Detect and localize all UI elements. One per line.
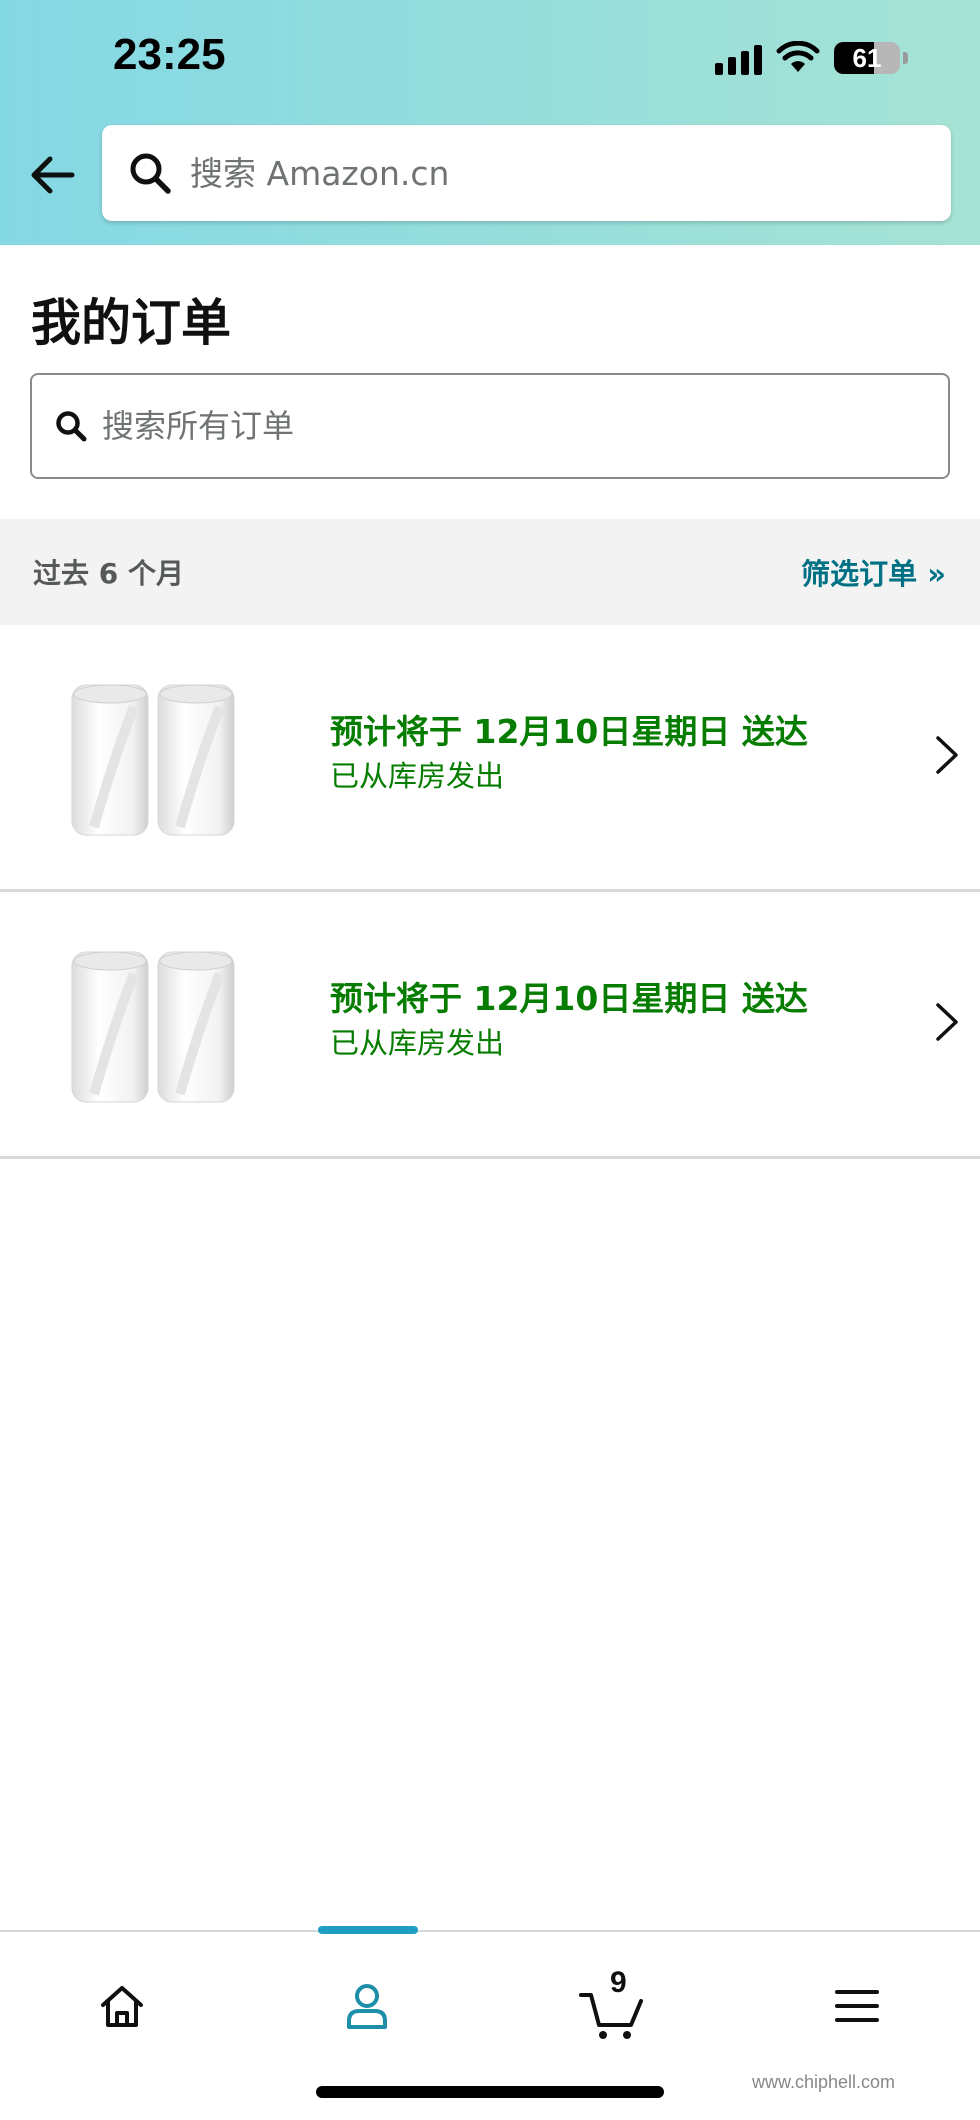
product-thumbnail (71, 951, 235, 1103)
cellular-signal-icon (715, 41, 762, 75)
nav-home[interactable] (82, 1966, 162, 2046)
filter-bar: 过去 6 个月 筛选订单 » (0, 519, 980, 625)
watermark: www.chiphell.com (752, 2072, 896, 2092)
nav-menu[interactable] (817, 1966, 897, 2046)
status-time: 23:25 (113, 30, 226, 79)
back-button[interactable] (24, 150, 80, 200)
order-row[interactable]: 预计将于 12月10日星期日 送达 已从库房发出 (0, 892, 980, 1159)
chevron-right-icon (936, 736, 958, 774)
nav-cart[interactable]: 9 (572, 1966, 652, 2046)
order-row[interactable]: 预计将于 12月10日星期日 送达 已从库房发出 (0, 625, 980, 892)
top-header: 23:25 61 (0, 0, 980, 245)
order-list: 预计将于 12月10日星期日 送达 已从库房发出 预计将于 12月10日星期日 … (0, 625, 980, 1159)
back-arrow-icon (31, 156, 75, 194)
shipment-status: 已从库房发出 (330, 1026, 505, 1060)
menu-icon (835, 1990, 879, 2022)
home-indicator (316, 2086, 664, 2098)
chevron-right-icon (936, 1003, 958, 1041)
delivery-estimate: 预计将于 12月10日星期日 送达 (330, 712, 808, 751)
nav-account[interactable] (327, 1966, 407, 2046)
filter-orders-link[interactable]: 筛选订单 » (801, 551, 946, 593)
shipment-status: 已从库房发出 (330, 759, 505, 793)
amazon-search-input[interactable] (190, 153, 910, 193)
home-icon (101, 1986, 143, 2027)
account-icon (347, 1984, 387, 2029)
orders-search-box[interactable] (30, 373, 950, 479)
search-icon (56, 411, 87, 442)
battery-percent: 61 (852, 43, 882, 73)
product-thumbnail (71, 684, 235, 836)
page-title: 我的订单 (31, 294, 231, 352)
active-tab-indicator (318, 1926, 418, 1934)
battery-icon: 61 (834, 42, 900, 74)
order-info: 预计将于 12月10日星期日 送达 已从库房发出 (330, 977, 808, 1063)
search-icon (130, 153, 171, 194)
battery: 61 (834, 42, 908, 74)
wifi-icon (776, 41, 820, 72)
time-period-label: 过去 6 个月 (33, 557, 184, 590)
order-info: 预计将于 12月10日星期日 送达 已从库房发出 (330, 710, 808, 796)
status-icons: 61 (715, 38, 908, 78)
battery-cap (903, 52, 908, 64)
orders-search-input[interactable] (102, 407, 922, 445)
cart-count-badge: 9 (610, 1966, 627, 1999)
amazon-search-bar[interactable] (102, 125, 951, 221)
delivery-estimate: 预计将于 12月10日星期日 送达 (330, 979, 808, 1018)
